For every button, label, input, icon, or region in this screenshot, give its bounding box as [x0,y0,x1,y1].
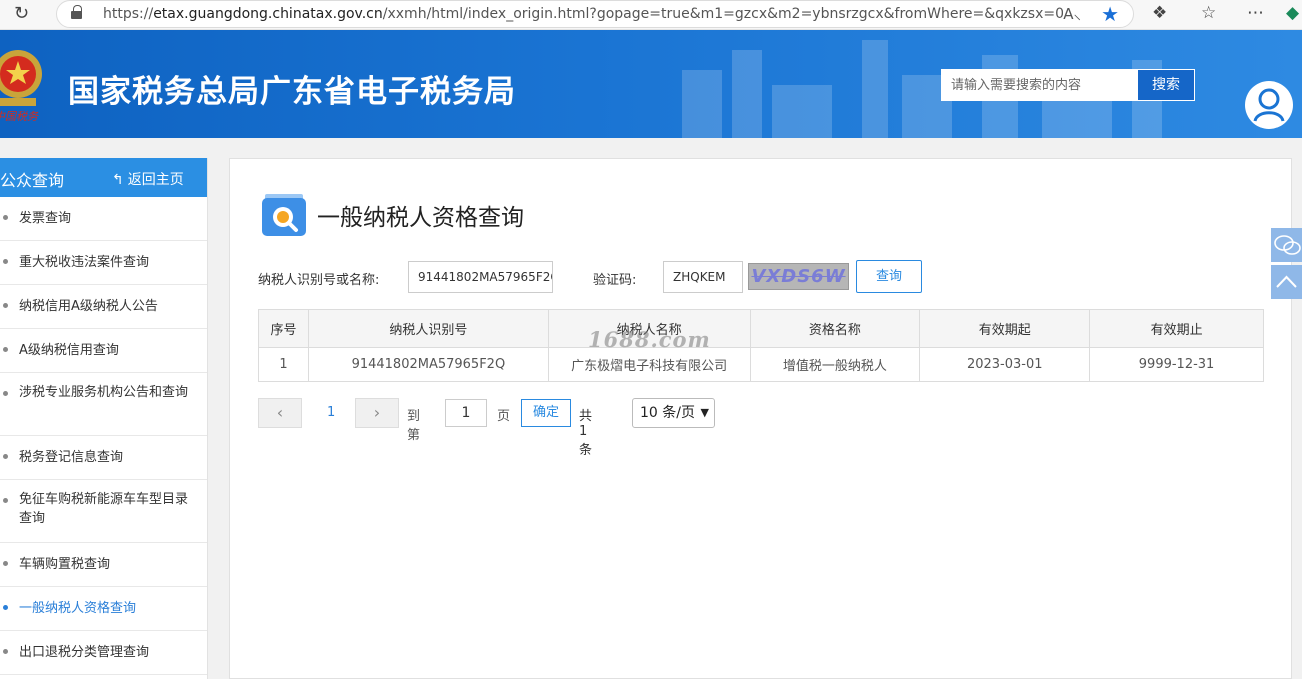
url-host: etax.guangdong.chinatax.gov.cn [153,6,383,22]
main-panel: 一般纳税人资格查询 纳税人识别号或名称: 91441802MA57965F2Q … [229,158,1292,679]
sidebar-item-tax-registration[interactable]: 税务登记信息查询 [0,436,207,480]
user-avatar-icon[interactable] [1245,81,1293,129]
cell-qualification: 增值税一般纳税人 [749,347,921,382]
col-header-taxpayer-id: 纳税人识别号 [307,309,549,348]
col-header-qualification: 资格名称 [749,309,921,348]
taxpayer-id-label: 纳税人识别号或名称: [258,273,380,288]
copilot-icon[interactable]: ◆ [1286,3,1299,23]
col-header-index: 序号 [258,309,309,348]
cell-valid-to: 9999-12-31 [1089,347,1264,382]
page-number[interactable]: 1 [327,405,335,420]
query-button[interactable]: 查询 [856,260,922,293]
watermark: 1688.com [588,327,711,352]
favorites-icon[interactable]: ☆ [1201,3,1216,23]
tax-emblem-logo: 中国税务 [0,50,42,123]
captcha-label: 验证码: [593,273,637,288]
goto-suffix: 页 [497,409,511,424]
cell-index: 1 [258,347,309,382]
captcha-input[interactable]: ZHQKEM [663,261,743,293]
sidebar-item-credit-a-query[interactable]: A级纳税信用查询 [0,329,207,373]
sidebar-item-vehicle-tax[interactable]: 车辆购置税查询 [0,543,207,587]
goto-confirm-button[interactable]: 确定 [521,399,571,427]
results-table: 序号 纳税人识别号 纳税人名称 资格名称 有效期起 有效期止 1 9144180… [258,309,1264,382]
address-bar[interactable]: https://etax.guangdong.chinatax.gov.cn/x… [56,0,1134,28]
extensions-icon[interactable]: ❖ [1152,3,1167,23]
back-arrow-icon: ↰ [112,172,124,188]
page-size-value: 10 条/页 [640,405,695,421]
total-count: 共 1 条 [579,409,593,458]
chevron-up-icon [1276,275,1297,288]
next-page-button[interactable]: › [355,398,399,428]
page-title: 一般纳税人资格查询 [317,205,524,231]
wechat-icon [1274,235,1301,255]
captcha-image[interactable]: VXDS6W [748,263,849,290]
goto-prefix: 到第 [407,409,421,443]
col-header-valid-from: 有效期起 [919,309,1091,348]
chevron-down-icon: ▼ [700,406,709,419]
svg-text:中国税务: 中国税务 [0,110,39,123]
search-input[interactable] [941,69,1137,101]
sidebar: 公众查询 ↰ 返回主页 发票查询 重大税收违法案件查询 纳税信用A级纳税人公告 A… [0,158,208,679]
page-size-select[interactable]: 10 条/页 ▼ [632,398,715,428]
url-prefix: https:// [103,6,154,22]
sidebar-item-invoice[interactable]: 发票查询 [0,197,207,241]
sidebar-item-violation-cases[interactable]: 重大税收违法案件查询 [0,241,207,285]
url-path: /xxmh/html/index_origin.html?gopage=true… [382,6,1063,22]
goto-page-input[interactable]: 1 [445,399,487,427]
sidebar-item-general-taxpayer[interactable]: 一般纳税人资格查询 [0,587,207,631]
sidebar-item-ev-catalog[interactable]: 免征车购税新能源车车型目录查询 [0,480,207,543]
back-to-top-button[interactable] [1271,265,1302,299]
col-header-valid-to: 有效期止 [1089,309,1264,348]
search-button[interactable]: 搜索 [1137,69,1195,101]
wechat-button[interactable] [1271,228,1302,262]
prev-page-button[interactable]: ‹ [258,398,302,428]
favorite-star-icon[interactable]: ★ [1101,2,1119,26]
query-page-icon [262,194,306,236]
login-link[interactable]: 登录 [1252,133,1284,138]
table-row: 1 91441802MA57965F2Q 广东极熠电子科技有限公司 增值税一般纳… [258,347,1264,382]
taxpayer-id-input[interactable]: 91441802MA57965F2Q [408,261,553,293]
table-header-row: 序号 纳税人识别号 纳税人名称 资格名称 有效期起 有效期止 [258,309,1264,348]
more-menu-icon[interactable]: ⋯ [1247,3,1264,23]
sidebar-menu: 发票查询 重大税收违法案件查询 纳税信用A级纳税人公告 A级纳税信用查询 涉税专… [0,197,207,675]
cell-taxpayer-id: 91441802MA57965F2Q [307,347,549,382]
back-home-label: 返回主页 [127,172,184,188]
sidebar-title: 公众查询 [0,171,65,190]
floating-toolbar [1271,228,1302,302]
sidebar-item-credit-a-announcement[interactable]: 纳税信用A级纳税人公告 [0,285,207,329]
cell-valid-from: 2023-03-01 [919,347,1091,382]
browser-toolbar: ↻ https://etax.guangdong.chinatax.gov.cn… [0,0,1302,30]
reload-icon[interactable]: ↻ [14,3,29,24]
sidebar-item-service-agencies[interactable]: 涉税专业服务机构公告和查询 [0,373,207,436]
url-text[interactable]: https://etax.guangdong.chinatax.gov.cn/x… [103,6,1063,22]
lock-icon[interactable] [71,5,82,19]
cell-taxpayer-name: 广东极熠电子科技有限公司 [547,347,751,382]
site-title: 国家税务总局广东省电子税务局 [68,74,516,110]
sidebar-header: 公众查询 ↰ 返回主页 [0,158,207,197]
back-home-link[interactable]: ↰ 返回主页 [112,169,184,189]
site-header: 中国税务 国家税务总局广东省电子税务局 搜索 登录 [0,30,1302,138]
sidebar-item-export-rebate[interactable]: 出口退税分类管理查询 [0,631,207,675]
read-aloud-icon[interactable]: A⸜ [1063,4,1081,24]
